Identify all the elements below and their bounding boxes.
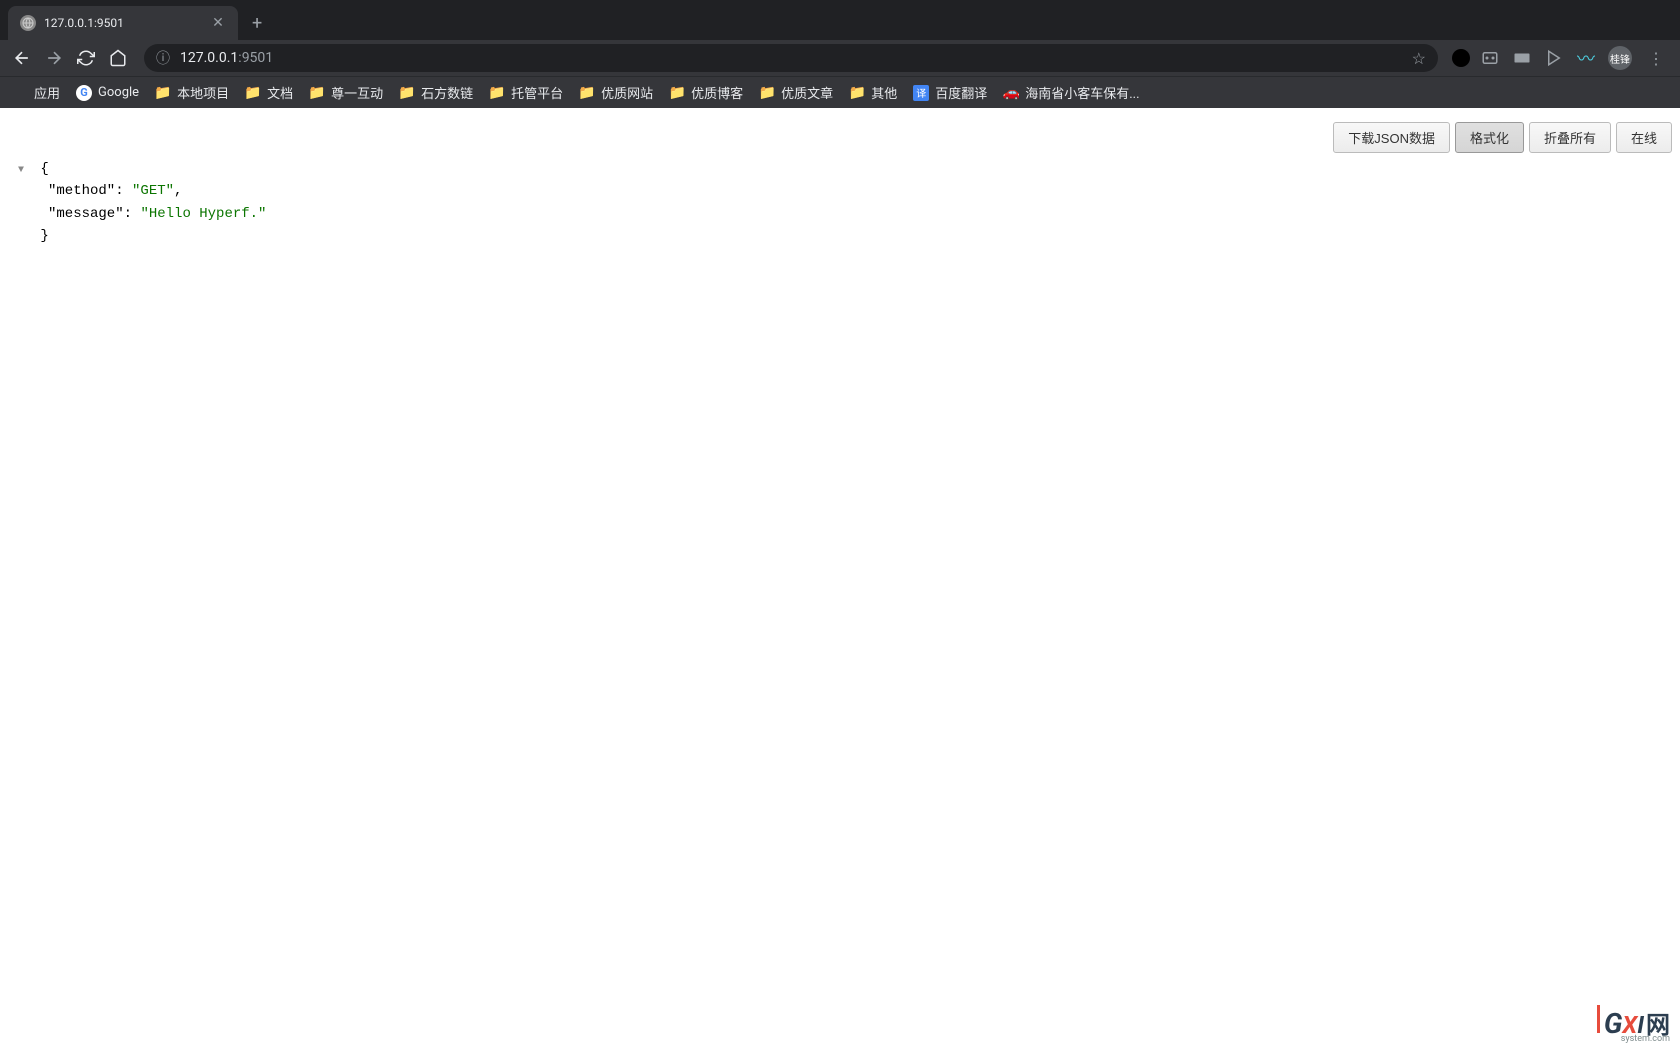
bookmark-baidu-translate[interactable]: 译 百度翻译	[913, 83, 987, 102]
json-value-method: "GET"	[132, 183, 174, 199]
bookmarks-bar: 应用 G Google 📁 本地项目 📁 文档 📁 尊一互动 📁 石方数链 📁 …	[0, 76, 1680, 108]
json-close-brace: }	[40, 228, 48, 244]
bookmark-docs[interactable]: 📁 文档	[245, 83, 293, 102]
bookmark-hainan-car[interactable]: 🚗 海南省小客车保有...	[1003, 83, 1139, 102]
bookmark-other[interactable]: 📁 其他	[849, 83, 897, 102]
folder-icon: 📁	[669, 85, 685, 101]
google-icon: G	[76, 85, 92, 101]
bookmark-apps[interactable]: 应用	[12, 83, 60, 102]
page-content: 下载JSON数据 格式化 折叠所有 在线 ▼ { "method": "GET"…	[0, 108, 1680, 1050]
bookmark-quality-blog[interactable]: 📁 优质博客	[669, 83, 743, 102]
format-button[interactable]: 格式化	[1455, 122, 1524, 153]
tab-title: 127.0.0.1:9501	[44, 16, 202, 30]
download-json-button[interactable]: 下载JSON数据	[1333, 122, 1450, 153]
folder-icon: 📁	[399, 85, 415, 101]
folder-icon: 📁	[579, 85, 595, 101]
json-open-brace: {	[40, 161, 48, 177]
bookmark-google[interactable]: G Google	[76, 85, 139, 101]
car-icon: 🚗	[1003, 85, 1019, 101]
extension-icon-5[interactable]: 〰	[1574, 46, 1598, 70]
info-icon[interactable]: ⓘ	[156, 48, 170, 68]
collapse-all-button[interactable]: 折叠所有	[1529, 122, 1611, 153]
bookmark-star-icon[interactable]: ☆	[1412, 49, 1426, 68]
close-icon[interactable]: ✕	[210, 15, 226, 31]
json-line-1: "method": "GET",	[48, 180, 1680, 202]
url-text: 127.0.0.1:9501	[180, 50, 273, 66]
globe-icon	[20, 15, 36, 31]
json-open-line: ▼ {	[18, 158, 1680, 180]
bookmark-hosting[interactable]: 📁 托管平台	[489, 83, 563, 102]
browser-tab[interactable]: 127.0.0.1:9501 ✕	[8, 6, 238, 40]
json-key-method: "method"	[48, 183, 115, 199]
menu-button[interactable]: ⋮	[1640, 49, 1672, 68]
browser-toolbar: ⓘ 127.0.0.1:9501 ☆ 〰 桂锋 ⋮	[0, 40, 1680, 76]
folder-icon: 📁	[245, 85, 261, 101]
folder-icon: 📁	[309, 85, 325, 101]
browser-tab-bar: 127.0.0.1:9501 ✕ +	[0, 0, 1680, 40]
folder-icon: 📁	[155, 85, 171, 101]
folder-icon: 📁	[759, 85, 775, 101]
bookmark-quality-site[interactable]: 📁 优质网站	[579, 83, 653, 102]
json-close-line: }	[18, 225, 1680, 247]
extension-icon-2[interactable]	[1478, 46, 1502, 70]
folder-icon: 📁	[849, 85, 865, 101]
json-key-message: "message"	[48, 206, 124, 222]
extension-icon-1[interactable]	[1452, 49, 1470, 67]
home-button[interactable]	[104, 44, 132, 72]
watermark-logo: G X I 网 system.com	[1597, 1005, 1670, 1040]
reload-button[interactable]	[72, 44, 100, 72]
json-line-2: "message": "Hello Hyperf."	[48, 203, 1680, 225]
json-toolbar: 下载JSON数据 格式化 折叠所有 在线	[1333, 122, 1672, 153]
extension-icon-4[interactable]	[1542, 46, 1566, 70]
apps-icon	[12, 85, 28, 101]
bookmark-shifang[interactable]: 📁 石方数链	[399, 83, 473, 102]
back-button[interactable]	[8, 44, 36, 72]
extension-icon-3[interactable]	[1510, 46, 1534, 70]
address-bar[interactable]: ⓘ 127.0.0.1:9501 ☆	[144, 44, 1438, 72]
online-button[interactable]: 在线	[1616, 122, 1672, 153]
json-value-message: "Hello Hyperf."	[140, 206, 266, 222]
translate-icon: 译	[913, 85, 929, 101]
forward-button[interactable]	[40, 44, 68, 72]
bookmark-local[interactable]: 📁 本地项目	[155, 83, 229, 102]
bookmark-zunyi[interactable]: 📁 尊一互动	[309, 83, 383, 102]
bookmark-quality-article[interactable]: 📁 优质文章	[759, 83, 833, 102]
user-avatar[interactable]: 桂锋	[1608, 46, 1632, 70]
folder-icon: 📁	[489, 85, 505, 101]
collapse-toggle-icon[interactable]: ▼	[18, 163, 32, 179]
new-tab-button[interactable]: +	[238, 6, 276, 40]
